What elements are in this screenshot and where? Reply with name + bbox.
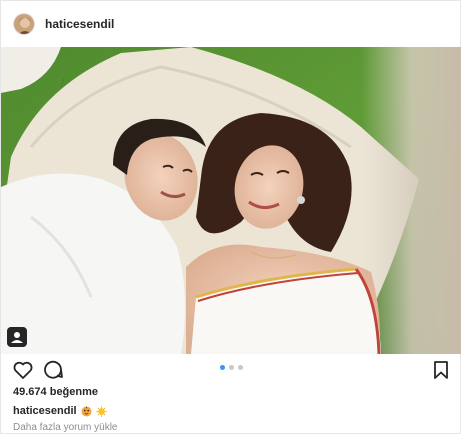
load-more-comments-link[interactable]: Daha fazla yorum yükle [13, 422, 118, 433]
caption-username[interactable]: haticesendil [13, 405, 77, 417]
action-bar [1, 358, 460, 382]
post-username[interactable]: haticesendil [45, 17, 114, 31]
carousel-dot [238, 365, 243, 370]
avatar[interactable] [13, 13, 35, 35]
tiger-face-emoji [81, 406, 92, 417]
post-photo[interactable] [1, 47, 461, 354]
likes-count[interactable]: 49.674 beğenme [13, 386, 98, 398]
carousel-dot-active [220, 365, 225, 370]
carousel-indicator [220, 365, 243, 370]
post-header: haticesendil [1, 1, 460, 47]
caption: haticesendil [13, 405, 107, 417]
post-card: haticesendil 49.674 beğenme haticesendil… [0, 0, 461, 434]
carousel-dot [229, 365, 234, 370]
comment-icon[interactable] [41, 358, 65, 382]
likes-number: 49.674 [13, 386, 47, 398]
bookmark-icon[interactable] [429, 358, 453, 382]
likes-label: beğenme [49, 386, 99, 398]
sun-face-emoji [95, 405, 107, 417]
heart-icon[interactable] [11, 358, 35, 382]
user-tag-icon[interactable] [7, 327, 27, 347]
